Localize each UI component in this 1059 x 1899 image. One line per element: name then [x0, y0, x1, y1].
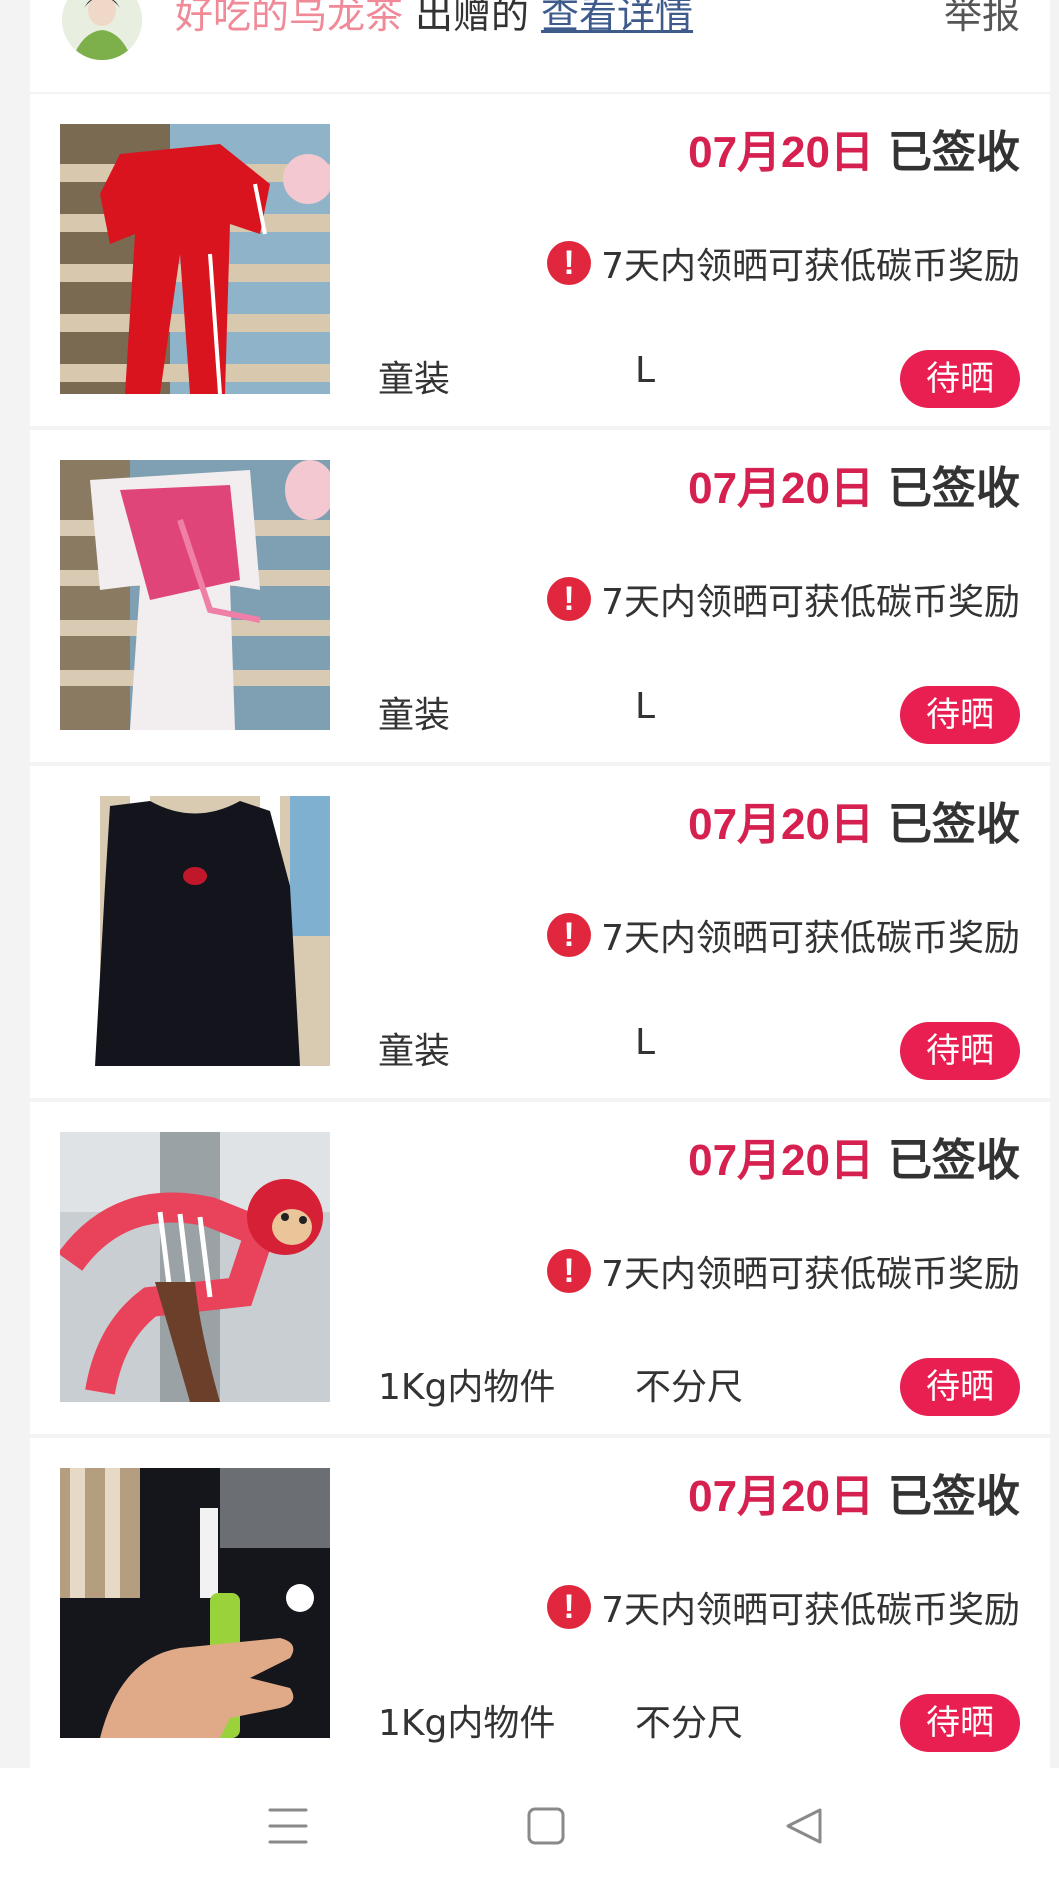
- list-item[interactable]: 07月20日 已签收 ! 7天内领晒可获低碳币奖励 童装 L 待晒: [30, 430, 1050, 762]
- reward-notice: ! 7天内领晒可获低碳币奖励: [547, 575, 1020, 623]
- avatar[interactable]: [62, 0, 142, 60]
- view-details-link[interactable]: 查看详情: [541, 0, 693, 37]
- item-photo[interactable]: [60, 124, 330, 394]
- sign-date-line: 07月20日 已签收: [688, 1468, 1020, 1526]
- list-item[interactable]: 07月20日 已签收 ! 7天内领晒可获低碳币奖励 童装 L 待晒: [30, 766, 1050, 1098]
- reward-notice: ! 7天内领晒可获低碳币奖励: [547, 1247, 1020, 1295]
- list-item[interactable]: 07月20日 已签收 ! 7天内领晒可获低碳币奖励 1Kg内物件 不分尺 待晒: [30, 1102, 1050, 1434]
- pending-show-button[interactable]: 待晒: [900, 1694, 1020, 1752]
- sign-date-line: 07月20日 已签收: [688, 124, 1020, 182]
- pending-show-button[interactable]: 待晒: [900, 1358, 1020, 1416]
- reward-notice-text: 7天内领晒可获低碳币奖励: [601, 246, 1020, 287]
- sign-status: 已签收: [888, 1471, 1020, 1522]
- sign-date: 07月20日: [688, 128, 874, 177]
- sign-status: 已签收: [888, 1135, 1020, 1186]
- item-size: 不分尺: [635, 1703, 744, 1744]
- reward-notice: ! 7天内领晒可获低碳币奖励: [547, 239, 1020, 287]
- item-photo[interactable]: [60, 796, 330, 1066]
- back-triangle-icon[interactable]: [784, 1806, 824, 1850]
- item-size: L: [635, 350, 656, 391]
- exclamation-circle-icon: !: [547, 1585, 592, 1629]
- pending-show-button[interactable]: 待晒: [900, 350, 1020, 408]
- sign-status: 已签收: [888, 463, 1020, 514]
- item-category: 1Kg内物件: [378, 1367, 556, 1408]
- exclamation-circle-icon: !: [547, 577, 592, 621]
- sign-status: 已签收: [888, 799, 1020, 850]
- system-nav-bar: [0, 1768, 1059, 1899]
- sign-date: 07月20日: [688, 464, 874, 513]
- donor-line: 好吃的乌龙茶 出赠的 查看详情: [175, 0, 693, 40]
- pending-show-button[interactable]: 待晒: [900, 1022, 1020, 1080]
- sign-date-line: 07月20日 已签收: [688, 1132, 1020, 1190]
- reward-notice-text: 7天内领晒可获低碳币奖励: [601, 1590, 1020, 1631]
- sign-date: 07月20日: [688, 800, 874, 849]
- sign-date: 07月20日: [688, 1472, 874, 1521]
- item-size: 不分尺: [635, 1367, 744, 1408]
- reward-notice: ! 7天内领晒可获低碳币奖励: [547, 911, 1020, 959]
- pending-show-button[interactable]: 待晒: [900, 686, 1020, 744]
- giver-name[interactable]: 好吃的乌龙茶: [175, 0, 403, 37]
- item-size: L: [635, 686, 656, 727]
- reward-notice-text: 7天内领晒可获低碳币奖励: [601, 582, 1020, 623]
- home-square-icon[interactable]: [526, 1806, 566, 1850]
- sign-status: 已签收: [888, 127, 1020, 178]
- list-item[interactable]: 07月20日 已签收 ! 7天内领晒可获低碳币奖励 童装 L 待晒: [30, 94, 1050, 426]
- item-category: 1Kg内物件: [378, 1703, 556, 1744]
- exclamation-circle-icon: !: [547, 1249, 592, 1293]
- donor-header: 好吃的乌龙茶 出赠的 查看详情 举报: [30, 0, 1050, 92]
- list-item[interactable]: 07月20日 已签收 ! 7天内领晒可获低碳币奖励 1Kg内物件 不分尺 待晒: [30, 1438, 1050, 1770]
- item-photo[interactable]: [60, 1132, 330, 1402]
- item-photo[interactable]: [60, 1468, 330, 1738]
- reward-notice: ! 7天内领晒可获低碳币奖励: [547, 1583, 1020, 1631]
- report-link[interactable]: 举报: [944, 0, 1020, 40]
- exclamation-circle-icon: !: [547, 913, 592, 957]
- reward-notice-text: 7天内领晒可获低碳币奖励: [601, 1254, 1020, 1295]
- item-category: 童装: [378, 695, 451, 736]
- giver-suffix: 出赠的: [415, 0, 530, 37]
- sign-date-line: 07月20日 已签收: [688, 460, 1020, 518]
- reward-notice-text: 7天内领晒可获低碳币奖励: [601, 918, 1020, 959]
- sign-date: 07月20日: [688, 1136, 874, 1185]
- item-photo[interactable]: [60, 460, 330, 730]
- item-size: L: [635, 1022, 656, 1063]
- sign-date-line: 07月20日 已签收: [688, 796, 1020, 854]
- item-category: 童装: [378, 1031, 451, 1072]
- page: 好吃的乌龙茶 出赠的 查看详情 举报 07月20日 已签收 ! 7天内领晒可获低碳币奖…: [0, 0, 1059, 1899]
- menu-icon[interactable]: [268, 1806, 308, 1850]
- item-category: 童装: [378, 359, 451, 400]
- exclamation-circle-icon: !: [547, 241, 592, 285]
